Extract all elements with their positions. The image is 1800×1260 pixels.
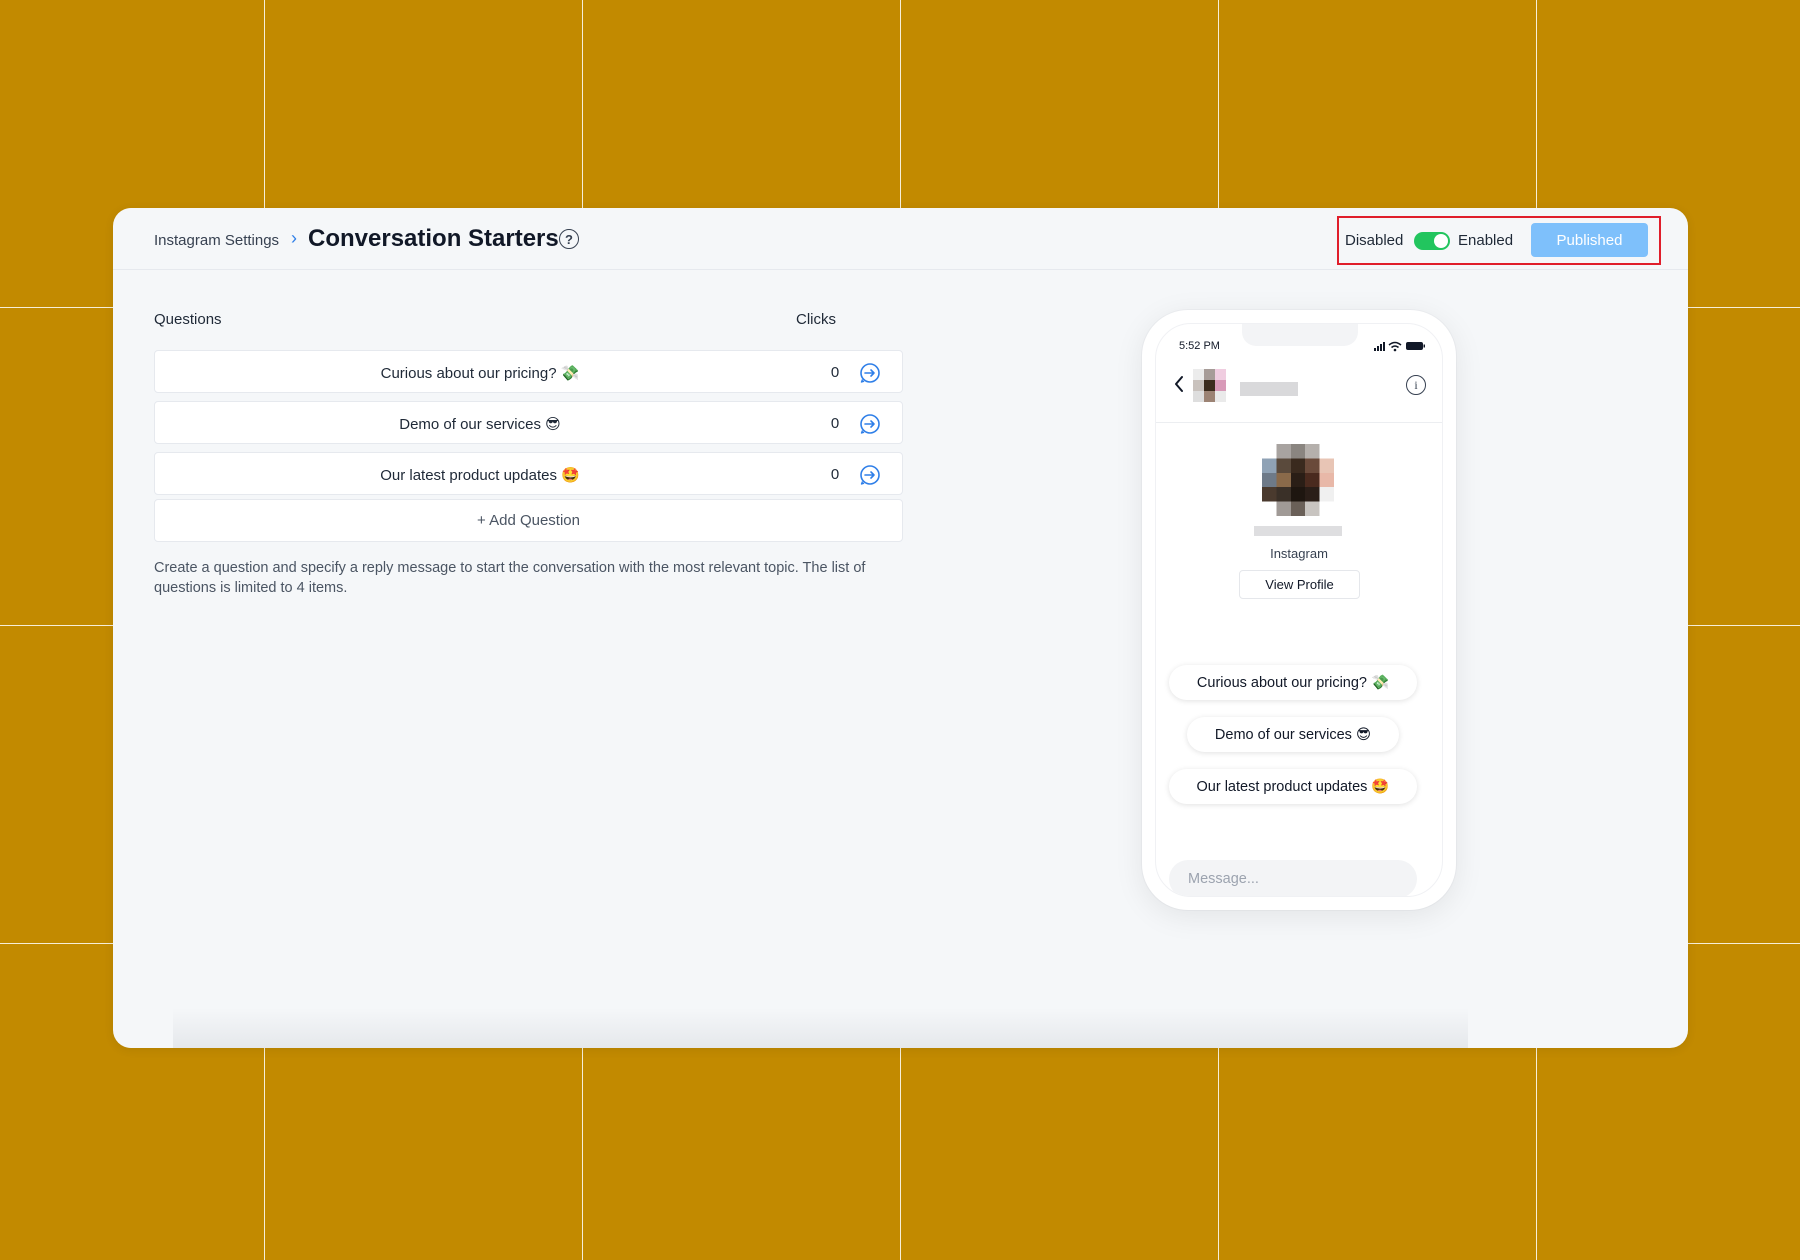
avatar-small	[1193, 369, 1226, 402]
page-title: Conversation Starters	[308, 225, 559, 252]
handle-blurred	[1254, 526, 1342, 536]
starter-chip[interactable]: Our latest product updates 🤩	[1169, 769, 1417, 804]
username-blurred	[1240, 382, 1298, 396]
status-time: 5:52 PM	[1179, 340, 1220, 352]
question-text[interactable]: Demo of our services 😎	[155, 402, 805, 445]
published-button[interactable]: Published	[1531, 223, 1648, 257]
starter-chip[interactable]: Demo of our services 😎	[1187, 717, 1399, 752]
question-text[interactable]: Our latest product updates 🤩	[155, 453, 805, 496]
view-profile-button[interactable]: View Profile	[1239, 570, 1360, 599]
click-count: 0	[830, 466, 840, 483]
question-text[interactable]: Curious about our pricing? 💸	[155, 351, 805, 394]
starter-chip[interactable]: Curious about our pricing? 💸	[1169, 665, 1417, 700]
add-question-button[interactable]: + Add Question	[154, 499, 903, 542]
page-header: Instagram Settings › Conversation Starte…	[113, 208, 1688, 270]
platform-label: Instagram	[1270, 546, 1328, 561]
reply-message-icon[interactable]	[859, 362, 881, 384]
toggle-label-enabled: Enabled	[1458, 232, 1514, 249]
question-row: Curious about our pricing? 💸 0	[154, 350, 903, 393]
help-icon[interactable]: ?	[559, 229, 579, 249]
breadcrumb-instagram-settings[interactable]: Instagram Settings	[154, 232, 279, 249]
question-row: Demo of our services 😎 0	[154, 401, 903, 444]
thread-divider	[1156, 422, 1442, 423]
phone-preview: 5:52 PM i Instagram View Profile Curious…	[1142, 310, 1456, 910]
toggle-knob	[1434, 234, 1448, 248]
phone-screen: 5:52 PM i Instagram View Profile Curious…	[1155, 323, 1443, 897]
info-icon[interactable]: i	[1406, 375, 1426, 395]
phone-notch	[1242, 324, 1358, 346]
message-input[interactable]	[1169, 860, 1417, 896]
avatar-large	[1262, 444, 1334, 516]
question-row: Our latest product updates 🤩 0	[154, 452, 903, 495]
click-count: 0	[830, 364, 840, 381]
reply-message-icon[interactable]	[859, 413, 881, 435]
toggle-label-disabled: Disabled	[1345, 232, 1404, 249]
click-count: 0	[830, 415, 840, 432]
column-header-questions: Questions	[154, 311, 222, 328]
help-text: Create a question and specify a reply me…	[154, 560, 866, 596]
breadcrumb-chevron-icon: ›	[291, 228, 297, 248]
reply-message-icon[interactable]	[859, 464, 881, 486]
column-header-clicks: Clicks	[796, 311, 836, 328]
back-chevron-icon[interactable]	[1172, 374, 1186, 394]
enable-toggle[interactable]	[1414, 232, 1450, 250]
signal-wifi-battery-icon	[1374, 341, 1425, 352]
settings-card: Instagram Settings › Conversation Starte…	[113, 208, 1688, 1048]
